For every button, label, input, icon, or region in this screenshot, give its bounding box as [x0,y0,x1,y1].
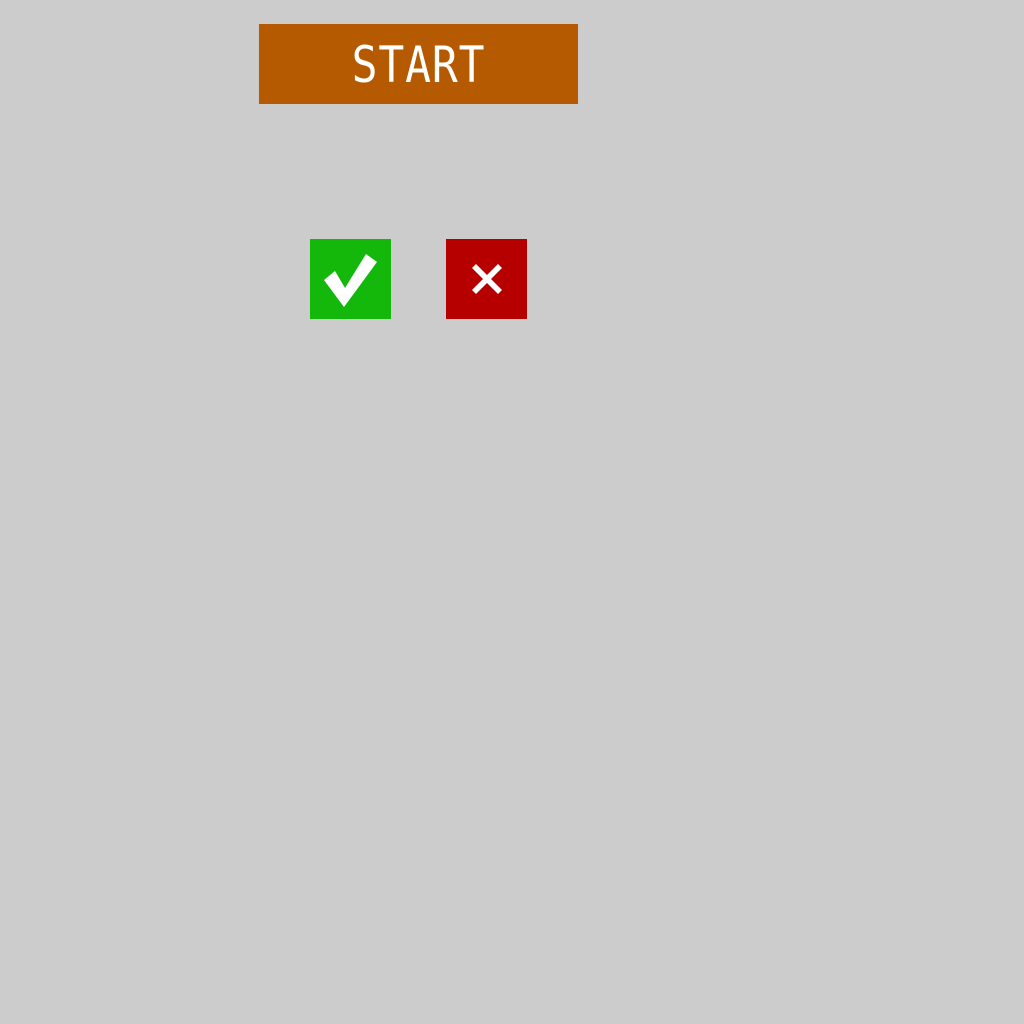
confirm-button[interactable] [310,239,391,319]
cancel-button[interactable] [446,239,527,319]
check-icon [321,249,381,309]
start-button-label: START [351,36,486,94]
close-icon [467,259,507,299]
start-button[interactable]: START [258,24,579,104]
